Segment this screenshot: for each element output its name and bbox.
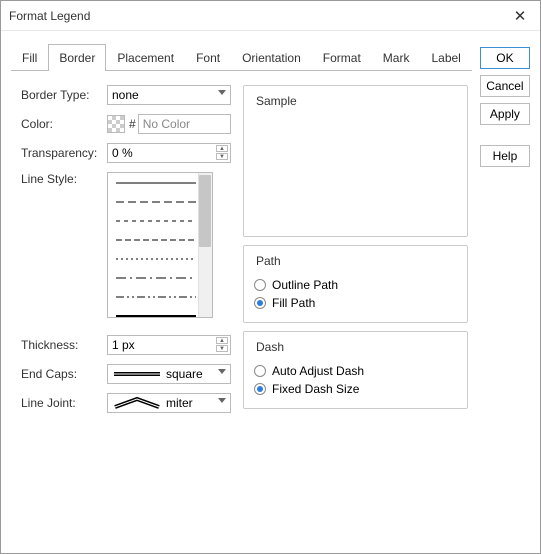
line-joint-select[interactable]: miter xyxy=(107,393,231,413)
spinner-up-icon[interactable]: ▲ xyxy=(216,145,228,152)
path-group: Path Outline Path Fill Path xyxy=(243,245,468,323)
line-style-item[interactable] xyxy=(116,255,204,263)
auto-adjust-dash-label: Auto Adjust Dash xyxy=(272,364,364,378)
tab-border[interactable]: Border xyxy=(48,44,106,71)
outline-path-radio[interactable] xyxy=(254,279,266,291)
outline-path-label: Outline Path xyxy=(272,278,338,292)
thickness-value: 1 px xyxy=(112,338,135,352)
transparency-label: Transparency: xyxy=(21,146,107,160)
tab-label[interactable]: Label xyxy=(420,44,471,71)
color-label: Color: xyxy=(21,117,107,131)
scrollbar[interactable] xyxy=(198,173,212,317)
color-input[interactable]: No Color xyxy=(138,114,231,134)
spinner-up-icon[interactable]: ▲ xyxy=(216,337,228,344)
line-style-item[interactable] xyxy=(116,293,204,301)
help-button[interactable]: Help xyxy=(480,145,530,167)
line-style-item[interactable] xyxy=(116,198,204,206)
line-style-item[interactable] xyxy=(116,217,204,225)
sample-legend: Sample xyxy=(254,94,299,108)
line-style-list[interactable] xyxy=(107,172,213,318)
tab-fill[interactable]: Fill xyxy=(11,44,48,71)
fixed-dash-size-radio[interactable] xyxy=(254,383,266,395)
line-style-item[interactable] xyxy=(116,236,204,244)
path-legend: Path xyxy=(254,254,283,268)
sample-group: Sample xyxy=(243,85,468,237)
hash-symbol: # xyxy=(129,117,136,131)
color-swatch[interactable] xyxy=(107,115,125,133)
titlebar: Format Legend ✕ xyxy=(1,1,540,31)
thickness-spinner[interactable]: 1 px ▲▼ xyxy=(107,335,231,355)
fill-path-radio[interactable] xyxy=(254,297,266,309)
chevron-down-icon xyxy=(218,90,226,95)
fixed-dash-size-label: Fixed Dash Size xyxy=(272,382,359,396)
border-type-value: none xyxy=(112,88,139,102)
end-caps-label: End Caps: xyxy=(21,367,107,381)
spinner-down-icon[interactable]: ▼ xyxy=(216,345,228,352)
thickness-label: Thickness: xyxy=(21,338,107,352)
window-title: Format Legend xyxy=(9,9,508,23)
tab-placement[interactable]: Placement xyxy=(106,44,185,71)
tab-format[interactable]: Format xyxy=(312,44,372,71)
tab-orientation[interactable]: Orientation xyxy=(231,44,312,71)
line-style-item[interactable] xyxy=(116,312,204,318)
border-type-label: Border Type: xyxy=(21,88,107,102)
line-joint-value: miter xyxy=(166,396,193,410)
end-caps-select[interactable]: square xyxy=(107,364,231,384)
dash-legend: Dash xyxy=(254,340,286,354)
tab-font[interactable]: Font xyxy=(185,44,231,71)
transparency-spinner[interactable]: 0 % ▲▼ xyxy=(107,143,231,163)
line-joint-label: Line Joint: xyxy=(21,396,107,410)
border-type-select[interactable]: none xyxy=(107,85,231,105)
cancel-button[interactable]: Cancel xyxy=(480,75,530,97)
tab-mark[interactable]: Mark xyxy=(372,44,421,71)
tab-bar: Fill Border Placement Font Orientation F… xyxy=(11,43,472,71)
line-style-item[interactable] xyxy=(116,274,204,282)
apply-button[interactable]: Apply xyxy=(480,103,530,125)
fill-path-label: Fill Path xyxy=(272,296,315,310)
end-caps-value: square xyxy=(166,367,203,381)
transparency-value: 0 % xyxy=(112,146,133,160)
spinner-down-icon[interactable]: ▼ xyxy=(216,153,228,160)
line-style-item[interactable] xyxy=(116,179,204,187)
close-icon[interactable]: ✕ xyxy=(508,7,532,25)
line-style-label: Line Style: xyxy=(21,172,107,186)
dash-group: Dash Auto Adjust Dash Fixed Dash Size xyxy=(243,331,468,409)
color-value: No Color xyxy=(143,117,190,131)
ok-button[interactable]: OK xyxy=(480,47,530,69)
chevron-down-icon xyxy=(218,398,226,403)
chevron-down-icon xyxy=(218,369,226,374)
scrollbar-thumb[interactable] xyxy=(199,175,211,247)
auto-adjust-dash-radio[interactable] xyxy=(254,365,266,377)
